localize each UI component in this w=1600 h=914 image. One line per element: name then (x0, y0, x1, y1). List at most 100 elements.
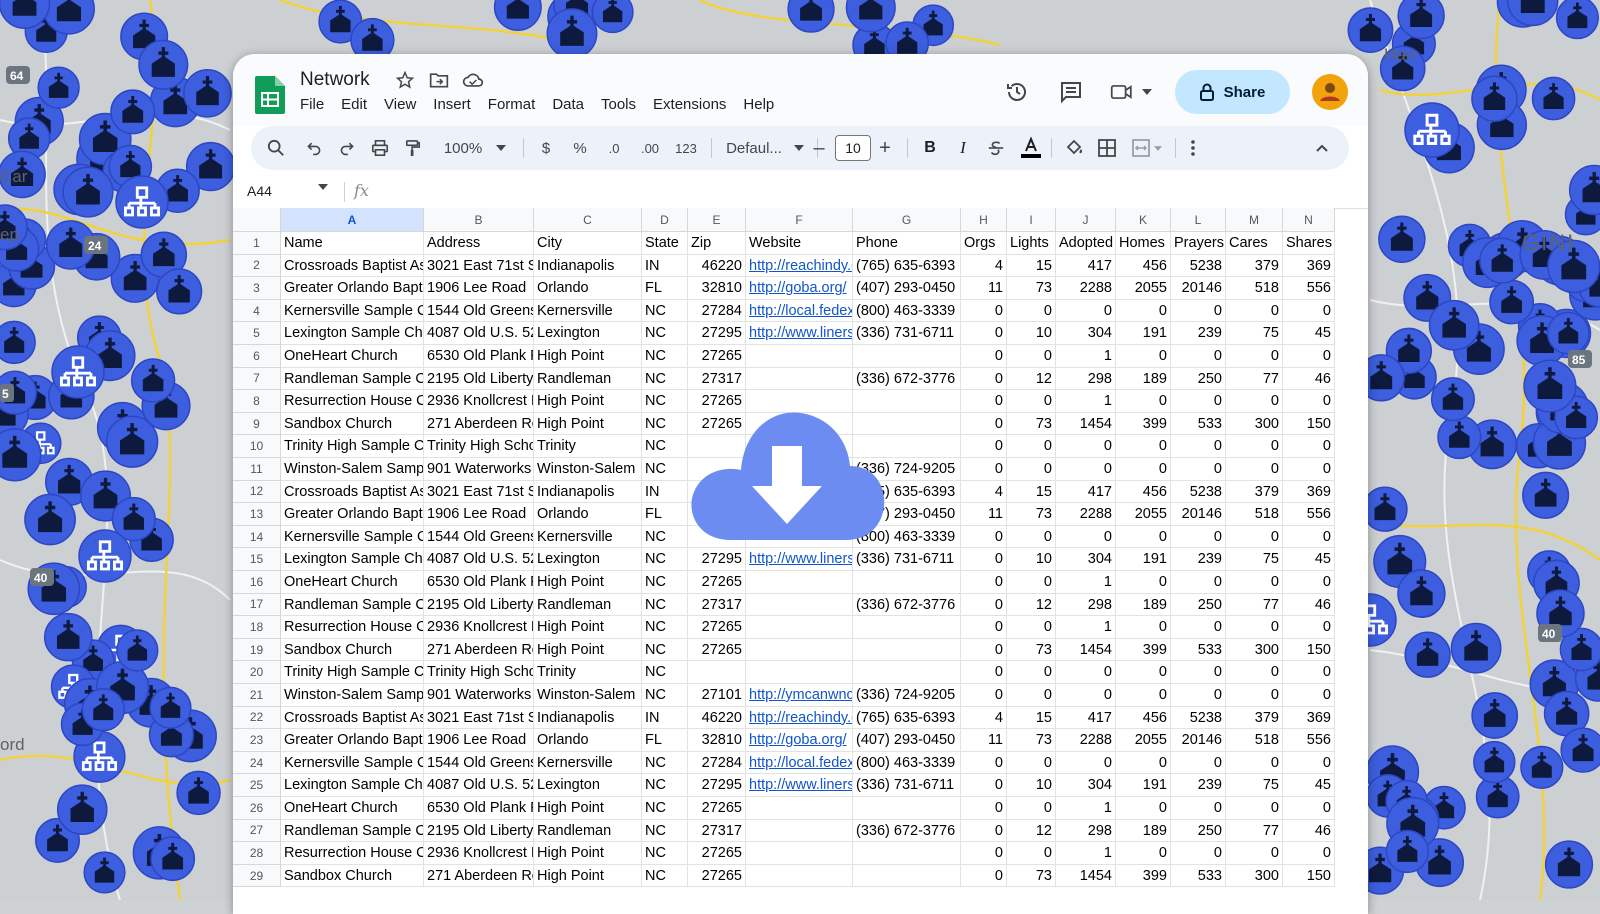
row-header[interactable]: 7 (233, 367, 281, 391)
table-cell[interactable]: NC (642, 864, 688, 888)
table-cell[interactable]: 0 (1056, 684, 1116, 707)
table-cell[interactable] (746, 797, 853, 820)
church-pin-icon[interactable] (1546, 311, 1590, 355)
table-cell[interactable]: 4 (961, 254, 1007, 278)
table-cell[interactable]: 304 (1056, 322, 1116, 345)
table-cell[interactable]: 2936 Knollcrest H (424, 390, 534, 413)
table-cell[interactable]: 0 (1007, 390, 1056, 413)
table-cell[interactable]: 304 (1056, 548, 1116, 571)
table-cell[interactable]: http://www.liners (746, 322, 853, 345)
column-header-i[interactable]: I (1007, 208, 1056, 232)
header-cell[interactable]: Website (746, 232, 853, 255)
table-cell[interactable]: 27284 (688, 751, 746, 775)
header-cell[interactable]: Homes (1116, 232, 1171, 255)
table-cell[interactable]: 32810 (688, 729, 746, 752)
church-pin-icon[interactable] (1471, 75, 1518, 122)
table-cell[interactable]: 0 (961, 819, 1007, 843)
table-cell[interactable]: 0 (1116, 616, 1171, 639)
row-header[interactable]: 14 (233, 525, 281, 549)
row-header[interactable]: 15 (233, 548, 281, 571)
table-cell[interactable]: (336) 724-9205 (853, 684, 961, 707)
table-cell[interactable]: 2195 Old Liberty (424, 819, 534, 843)
table-cell[interactable]: NC (642, 842, 688, 865)
table-cell[interactable]: 6530 Old Plank F (424, 571, 534, 594)
table-cell[interactable]: 150 (1283, 412, 1335, 436)
table-cell[interactable]: 0 (1007, 842, 1056, 865)
table-cell[interactable]: 2055 (1116, 503, 1171, 526)
row-header[interactable]: 28 (233, 842, 281, 865)
table-cell[interactable] (746, 819, 853, 843)
table-cell[interactable]: 379 (1226, 254, 1283, 278)
church-pin-icon[interactable] (1555, 0, 1599, 40)
table-cell[interactable]: 0 (1171, 299, 1226, 323)
table-cell[interactable]: 271 Aberdeen Rc (424, 412, 534, 436)
merge-cells-icon[interactable] (1127, 126, 1167, 170)
church-pin-icon[interactable] (183, 68, 232, 118)
church-pin-icon[interactable] (1531, 76, 1576, 121)
table-cell[interactable]: Randleman (534, 367, 642, 391)
menu-edit[interactable]: Edit (341, 96, 375, 113)
table-cell[interactable]: Lexington Sample Chu (281, 322, 424, 345)
table-cell[interactable]: High Point (534, 390, 642, 413)
decrease-font-size-button[interactable]: – (805, 126, 833, 170)
table-cell[interactable]: 0 (1226, 525, 1283, 549)
header-cell[interactable]: Address (424, 232, 534, 255)
table-cell[interactable]: 0 (1226, 751, 1283, 775)
table-cell[interactable]: 0 (1171, 458, 1226, 481)
table-cell[interactable]: IN (642, 706, 688, 730)
table-cell[interactable]: 0 (1007, 435, 1056, 458)
church-pin-icon[interactable] (1437, 414, 1482, 460)
table-cell[interactable]: 5238 (1171, 706, 1226, 730)
row-header[interactable]: 20 (233, 661, 281, 684)
table-cell[interactable]: 10 (1007, 322, 1056, 345)
table-cell[interactable]: 0 (1007, 751, 1056, 775)
redo-icon[interactable] (332, 126, 362, 170)
table-cell[interactable]: 1454 (1056, 864, 1116, 888)
table-cell[interactable]: Kernersville (534, 299, 642, 323)
table-cell[interactable]: NC (642, 412, 688, 436)
table-cell[interactable]: Lexington (534, 774, 642, 797)
table-cell[interactable]: Trinity High Scho (424, 661, 534, 684)
table-cell[interactable]: 15 (1007, 706, 1056, 730)
church-pin-icon[interactable] (81, 687, 125, 732)
table-cell[interactable]: 0 (961, 390, 1007, 413)
table-cell[interactable] (853, 842, 961, 865)
table-cell[interactable]: 250 (1171, 593, 1226, 617)
table-cell[interactable]: 11 (961, 277, 1007, 300)
church-pin-icon[interactable] (591, 0, 634, 34)
header-cell[interactable]: Phone (853, 232, 961, 255)
column-header-l[interactable]: L (1171, 208, 1226, 232)
church-pin-icon[interactable] (37, 66, 80, 109)
table-cell[interactable]: 0 (961, 322, 1007, 345)
table-cell[interactable]: Winston-Salem (534, 684, 642, 707)
table-cell[interactable]: 533 (1171, 864, 1226, 888)
table-cell[interactable]: 20146 (1171, 503, 1226, 526)
table-cell[interactable]: High Point (534, 797, 642, 820)
table-cell[interactable]: 456 (1116, 254, 1171, 278)
table-cell[interactable]: 0 (1283, 797, 1335, 820)
row-header[interactable]: 12 (233, 480, 281, 504)
table-cell[interactable]: http://local.fedex (746, 299, 853, 323)
table-cell[interactable]: Indianapolis (534, 254, 642, 278)
table-cell[interactable]: 271 Aberdeen Rc (424, 638, 534, 662)
more-options-icon[interactable] (1181, 126, 1205, 170)
table-cell[interactable]: 298 (1056, 593, 1116, 617)
table-cell[interactable]: FL (642, 503, 688, 526)
table-cell[interactable]: NC (642, 525, 688, 549)
table-cell[interactable]: High Point (534, 864, 642, 888)
table-cell[interactable]: 0 (1171, 435, 1226, 458)
table-cell[interactable]: 27284 (688, 299, 746, 323)
chevron-down-icon[interactable] (1142, 89, 1152, 95)
font-select[interactable]: Defaul... (719, 126, 811, 170)
table-cell[interactable]: Sandbox Church (281, 638, 424, 662)
table-cell[interactable]: 0 (1226, 842, 1283, 865)
table-cell[interactable]: 1 (1056, 797, 1116, 820)
church-pin-icon[interactable] (24, 493, 76, 546)
table-cell[interactable]: NC (642, 458, 688, 481)
table-cell[interactable]: IN (642, 254, 688, 278)
table-cell[interactable]: 417 (1056, 706, 1116, 730)
network-pin-icon[interactable] (1404, 102, 1460, 158)
church-pin-icon[interactable] (1473, 740, 1516, 784)
row-header[interactable]: 2 (233, 254, 281, 278)
version-history-icon[interactable] (997, 72, 1037, 112)
